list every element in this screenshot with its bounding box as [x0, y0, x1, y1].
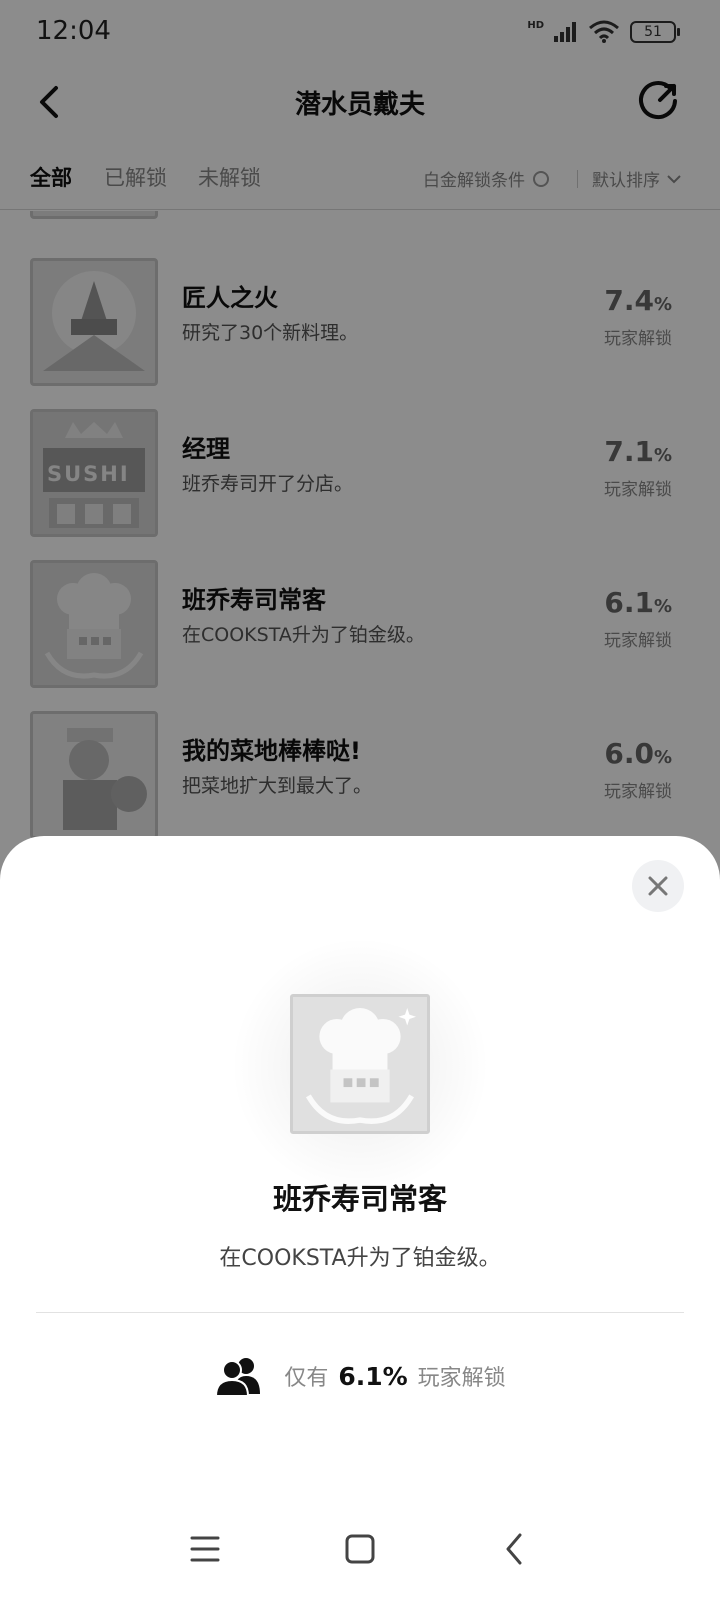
system-nav-bar: [0, 1520, 720, 1600]
unlock-suffix: 玩家解锁: [417, 1366, 506, 1391]
back-triangle-icon: [506, 1533, 522, 1565]
back-nav-button[interactable]: [490, 1526, 540, 1572]
achievement-detail-sheet: 班乔寿司常客 在COOKSTA升为了铂金级。 仅有 6.1% 玩家解锁: [0, 836, 720, 1600]
home-square-icon: [345, 1534, 375, 1564]
users-icon: [215, 1358, 261, 1396]
chef-hat-icon: [290, 994, 430, 1134]
sheet-description: 在COOKSTA升为了铂金级。: [219, 1246, 501, 1271]
unlock-prefix: 仅有: [284, 1366, 329, 1391]
unlock-stat: 仅有 6.1% 玩家解锁: [0, 1356, 720, 1396]
divider: [36, 1312, 684, 1313]
unlock-percent: 6.1%: [338, 1361, 408, 1391]
close-button[interactable]: [632, 860, 684, 912]
menu-button[interactable]: [180, 1526, 230, 1572]
menu-icon: [190, 1536, 220, 1562]
close-icon: [648, 876, 668, 896]
home-button[interactable]: [335, 1526, 385, 1572]
sheet-title: 班乔寿司常客: [272, 1182, 447, 1216]
